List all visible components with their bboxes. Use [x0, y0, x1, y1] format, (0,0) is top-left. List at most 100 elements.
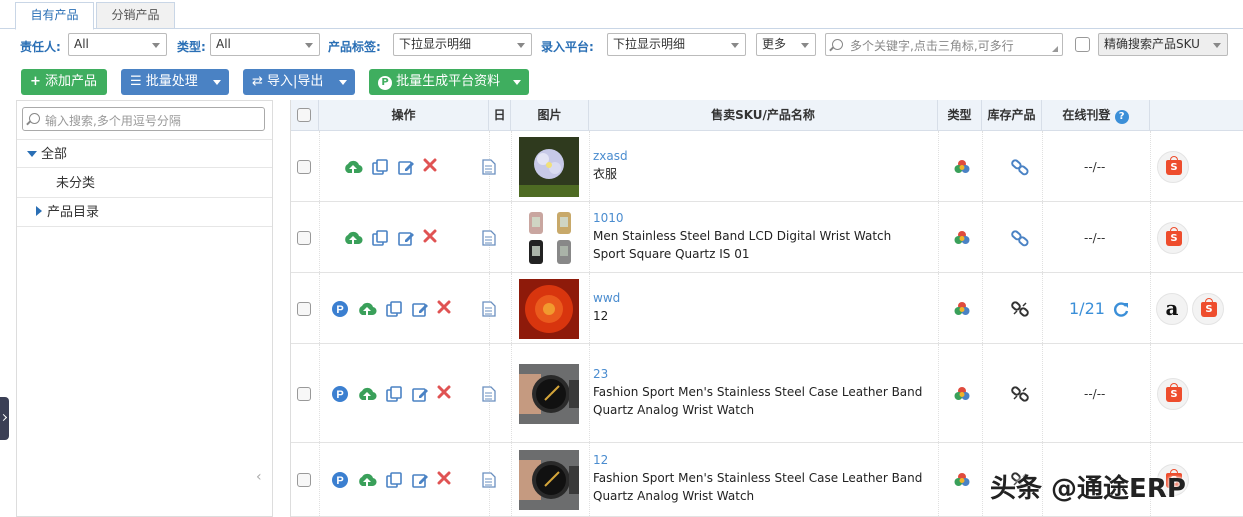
log-icon[interactable]: [482, 472, 500, 490]
refresh-icon[interactable]: [1112, 300, 1130, 318]
delete-icon[interactable]: [437, 385, 455, 403]
shopee-icon[interactable]: S: [1157, 150, 1189, 183]
caret-down-icon: [27, 151, 37, 157]
row-checkbox[interactable]: [297, 301, 311, 316]
linked-stock-icon[interactable]: [1010, 229, 1029, 247]
product-image[interactable]: [519, 278, 579, 339]
cloud-upload-icon[interactable]: [357, 300, 377, 318]
product-image[interactable]: [519, 207, 579, 268]
copy-icon[interactable]: [385, 385, 403, 403]
product-sku-link[interactable]: wwd: [593, 291, 620, 305]
type-label: 类型:: [177, 40, 206, 54]
tab-own-products[interactable]: 自有产品: [15, 2, 94, 30]
category-search-input[interactable]: 输入搜索,多个用逗号分隔: [22, 107, 265, 131]
copy-icon[interactable]: [371, 229, 389, 247]
log-icon[interactable]: [482, 229, 500, 248]
cloud-upload-icon[interactable]: [357, 471, 377, 489]
cell-divider: [982, 273, 983, 343]
product-sku-link[interactable]: 1010: [593, 211, 624, 225]
expand-triangle-icon[interactable]: [1052, 46, 1058, 52]
tag-label: 产品标签:: [328, 40, 381, 54]
tag-select[interactable]: 下拉显示明细: [393, 33, 532, 56]
add-product-button[interactable]: + 添加产品: [21, 69, 107, 95]
log-icon[interactable]: [482, 300, 500, 319]
table-row: Pwwd 12 1/21 a S: [291, 273, 1243, 344]
edit-icon[interactable]: [411, 300, 429, 318]
product-image[interactable]: [519, 450, 579, 510]
edit-icon[interactable]: [397, 158, 415, 176]
shopee-icon[interactable]: S: [1157, 377, 1189, 410]
batch-process-button[interactable]: ☰ 批量处理: [121, 69, 229, 95]
product-image[interactable]: [519, 363, 579, 424]
product-sku-link[interactable]: 23: [593, 367, 608, 381]
exact-sku-checkbox[interactable]: [1075, 37, 1090, 52]
select-all-checkbox[interactable]: [297, 108, 311, 122]
shopee-icon[interactable]: S: [1192, 292, 1224, 325]
shopee-icon[interactable]: S: [1157, 221, 1189, 254]
cloud-upload-icon[interactable]: [357, 385, 377, 403]
type-select[interactable]: All: [210, 33, 320, 56]
log-icon[interactable]: [482, 158, 500, 177]
cell-divider: [319, 443, 320, 516]
tree-item-all[interactable]: 全部: [17, 139, 272, 168]
publish-icon[interactable]: P: [331, 471, 349, 489]
keyword-placeholder: 多个关键字,点击三角标,可多行: [850, 39, 1014, 53]
delete-icon[interactable]: [423, 229, 441, 247]
edit-icon[interactable]: [411, 385, 429, 403]
publish-icon[interactable]: P: [331, 385, 349, 403]
cloud-upload-icon[interactable]: [343, 229, 363, 247]
batch-generate-button[interactable]: P 批量生成平台资料: [369, 69, 529, 95]
row-checkbox[interactable]: [297, 386, 311, 401]
product-sku-link[interactable]: zxasd: [593, 149, 628, 163]
tree-item-product-catalog[interactable]: 产品目录: [17, 198, 272, 227]
edit-icon[interactable]: [411, 471, 429, 489]
cell-divider: [511, 443, 512, 516]
row-checkbox[interactable]: [297, 159, 311, 174]
more-select[interactable]: 更多: [756, 33, 816, 56]
cloud-upload-icon[interactable]: [343, 158, 363, 176]
exact-sku-select[interactable]: 精确搜索产品SKU: [1098, 33, 1228, 56]
cell-divider: [589, 273, 590, 343]
collapse-sidebar-icon[interactable]: ‹: [256, 469, 262, 485]
copy-icon[interactable]: [385, 471, 403, 489]
expand-panel-handle[interactable]: [0, 397, 9, 440]
row-checkbox[interactable]: [297, 230, 311, 245]
tab-distribution-products[interactable]: 分销产品: [96, 2, 175, 29]
table-row: zxasd 衣服 --/-- S: [291, 131, 1243, 202]
chevron-down-icon: [801, 43, 809, 48]
log-icon[interactable]: [482, 385, 500, 404]
unlinked-stock-icon[interactable]: [1010, 385, 1029, 403]
product-thumbnail: [519, 136, 579, 197]
edit-icon[interactable]: [397, 229, 415, 247]
unlinked-stock-icon[interactable]: [1010, 300, 1029, 318]
linked-stock-icon[interactable]: [1010, 158, 1029, 176]
product-sku-link[interactable]: 12: [593, 453, 608, 467]
cell-divider: [982, 443, 983, 516]
owner-select[interactable]: All: [68, 33, 167, 56]
delete-icon[interactable]: [437, 300, 455, 318]
cell-divider: [511, 273, 512, 343]
copy-icon[interactable]: [371, 158, 389, 176]
cell-divider: [1042, 131, 1043, 201]
delete-icon[interactable]: [437, 471, 455, 489]
cell-divider: [1042, 273, 1043, 343]
product-thumbnail: [519, 278, 579, 339]
product-name: Fashion Sport Men's Stainless Steel Case…: [593, 384, 923, 417]
online-listing-count[interactable]: 1/21: [1069, 299, 1105, 318]
amazon-icon[interactable]: a: [1156, 292, 1188, 325]
tree-item-uncategorized[interactable]: 未分类: [17, 169, 272, 198]
platform-select[interactable]: 下拉显示明细: [607, 33, 746, 56]
header-image: 图片: [511, 100, 589, 131]
product-image[interactable]: [519, 136, 579, 197]
copy-icon[interactable]: [385, 300, 403, 318]
row-checkbox[interactable]: [297, 473, 311, 487]
delete-icon[interactable]: [423, 158, 441, 176]
publish-icon[interactable]: P: [331, 300, 349, 318]
cell-divider: [938, 273, 939, 343]
product-thumbnail: [519, 363, 579, 424]
cell-divider: [589, 443, 590, 516]
help-icon[interactable]: ?: [1114, 110, 1129, 124]
keyword-search-input[interactable]: 多个关键字,点击三角标,可多行: [825, 33, 1063, 56]
cell-divider: [982, 344, 983, 442]
import-export-button[interactable]: ⇄ 导入|导出: [243, 69, 355, 95]
